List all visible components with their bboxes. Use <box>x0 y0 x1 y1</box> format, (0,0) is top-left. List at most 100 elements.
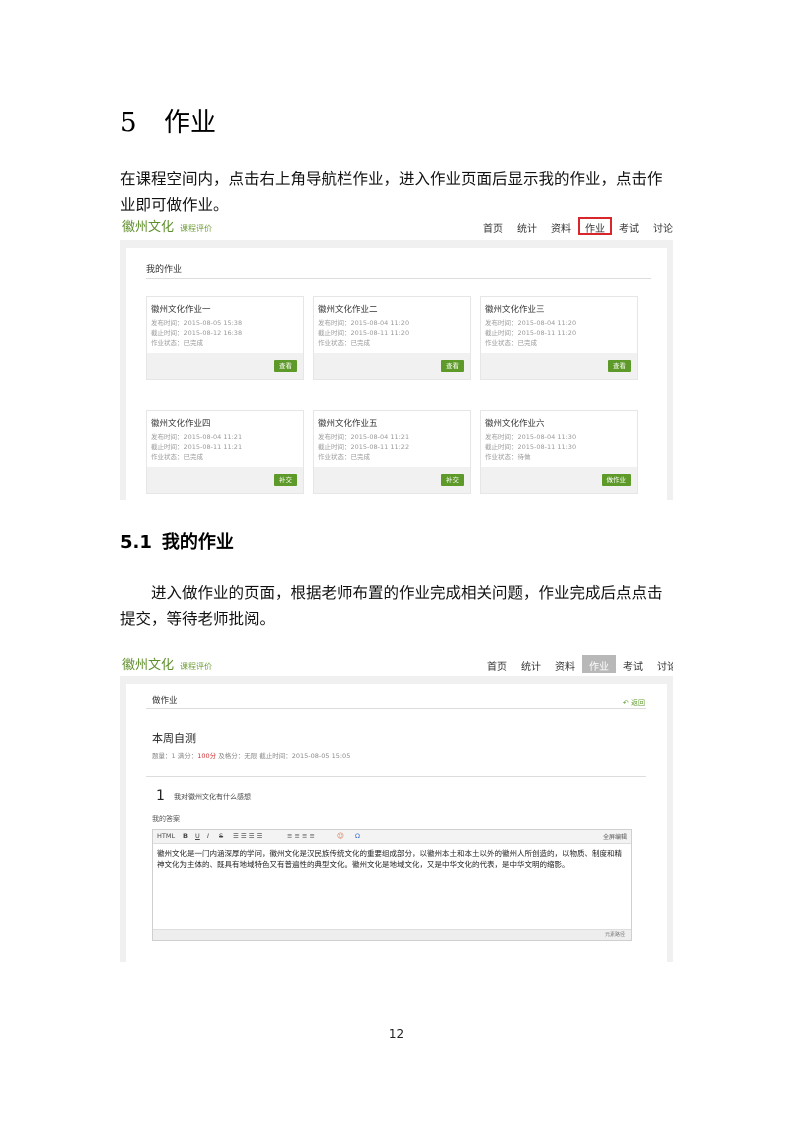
homework-card[interactable]: 徽州文化作业三 发布时间：2015-08-04 11:20 截止时间：2015-… <box>480 296 638 380</box>
homework-card[interactable]: 徽州文化作业四 发布时间：2015-08-04 11:21 截止时间：2015-… <box>146 410 304 494</box>
chapter-heading: 5 作业 <box>120 102 216 139</box>
fullscreen-button[interactable]: 全屏编辑 <box>603 832 627 841</box>
back-arrow-icon: ↶ <box>622 699 629 707</box>
question-number: 1 <box>156 788 165 804</box>
homework-panel: 我的作业 徽州文化作业一 发布时间：2015-08-05 15:38 截止时间：… <box>120 240 673 500</box>
card-footer: 查看 <box>147 353 303 379</box>
deadline: 截止时间：2015-08-11 11:20 <box>485 329 577 337</box>
publish-time: 发布时间：2015-08-04 11:21 <box>151 433 243 441</box>
publish-time: 发布时间：2015-08-04 11:30 <box>485 433 577 441</box>
section-heading: 5.1 我的作业 <box>120 528 234 554</box>
view-button[interactable]: 查看 <box>274 360 297 372</box>
status: 作业状态：已完成 <box>318 453 370 461</box>
deadline: 截止时间：2015-08-11 11:20 <box>318 329 410 337</box>
do-homework-screenshot: 徽州文化 课程评价 首页 统计 资料 作业 考试 讨论 做作业 ↶ 返回 本周自测… <box>120 650 673 962</box>
nav-materials[interactable]: 资料 <box>544 217 578 235</box>
view-button[interactable]: 查看 <box>441 360 464 372</box>
nav-homework[interactable]: 作业 <box>582 655 616 673</box>
answer-label: 我的答案 <box>152 815 180 823</box>
card-title: 徽州文化作业二 <box>318 305 378 315</box>
section-number: 5.1 <box>120 532 152 553</box>
nav-menu: 首页 统计 资料 作业 考试 讨论 <box>480 655 673 673</box>
top-navigation: 徽州文化 课程评价 首页 统计 资料 作业 考试 讨论 <box>120 212 673 238</box>
nav-menu: 首页 统计 资料 作业 考试 讨论 <box>476 217 673 235</box>
quiz-title: 本周自测 <box>152 732 196 745</box>
resubmit-button[interactable]: 补交 <box>274 474 297 486</box>
status: 作业状态：已完成 <box>485 339 537 347</box>
underline-button[interactable]: U <box>195 832 200 840</box>
strike-button[interactable]: S <box>219 832 223 840</box>
publish-time: 发布时间：2015-08-04 11:21 <box>318 433 410 441</box>
do-homework-content: 做作业 ↶ 返回 本周自测 题量：1 满分：100分 及格分：无限 截止时间：2… <box>126 684 667 962</box>
publish-time: 发布时间：2015-08-05 15:38 <box>151 319 243 327</box>
status: 作业状态：已完成 <box>318 339 370 347</box>
view-button[interactable]: 查看 <box>608 360 631 372</box>
card-footer: 补交 <box>147 467 303 493</box>
page-number: 12 <box>388 1027 405 1041</box>
my-homework-title: 我的作业 <box>146 265 183 275</box>
section-title: 我的作业 <box>161 532 234 553</box>
status: 作业状态：已完成 <box>151 453 203 461</box>
list-icons[interactable]: ☰ ☰ ☰ ☰ <box>233 832 263 840</box>
homework-content: 我的作业 徽州文化作业一 发布时间：2015-08-05 15:38 截止时间：… <box>126 248 667 500</box>
editor-toolbar: HTML B U I S ☰ ☰ ☰ ☰ ≡ ≡ ≡ ≡ ☺ Ω 全屏编辑 <box>153 830 631 844</box>
emoji-icon[interactable]: ☺ <box>337 832 344 840</box>
card-title: 徽州文化作业四 <box>151 419 211 429</box>
nav-exam[interactable]: 考试 <box>612 217 646 235</box>
nav-materials[interactable]: 资料 <box>548 655 582 673</box>
homework-list-screenshot: 徽州文化 课程评价 首页 统计 资料 作业 考试 讨论 我的作业 徽州文化作业一 … <box>120 212 673 500</box>
card-title: 徽州文化作业一 <box>151 305 211 315</box>
deadline: 截止时间：2015-08-11 11:30 <box>485 443 577 451</box>
panel-title: 做作业 <box>152 696 178 706</box>
nav-discussion[interactable]: 讨论 <box>646 217 673 235</box>
deadline: 截止时间：2015-08-12 16:38 <box>151 329 243 337</box>
publish-time: 发布时间：2015-08-04 11:20 <box>318 319 410 327</box>
answer-text[interactable]: 徽州文化是一门内涵深厚的学问，徽州文化是汉民族传统文化的重要组成部分，以徽州本土… <box>157 848 627 870</box>
course-brand[interactable]: 徽州文化 课程评价 <box>122 216 212 235</box>
top-navigation: 徽州文化 课程评价 首页 统计 资料 作业 考试 讨论 <box>120 650 673 676</box>
nav-home[interactable]: 首页 <box>480 655 514 673</box>
full-score: 100分 <box>197 752 217 760</box>
homework-card[interactable]: 徽州文化作业五 发布时间：2015-08-04 11:21 截止时间：2015-… <box>313 410 471 494</box>
italic-button[interactable]: I <box>207 832 209 840</box>
special-char-button[interactable]: Ω <box>355 832 360 840</box>
card-footer: 查看 <box>481 353 637 379</box>
publish-time: 发布时间：2015-08-04 11:20 <box>485 319 577 327</box>
divider <box>146 278 651 279</box>
status: 作业状态：已完成 <box>151 339 203 347</box>
nav-homework[interactable]: 作业 <box>578 217 612 235</box>
card-title: 徽州文化作业五 <box>318 419 378 429</box>
nav-statistics[interactable]: 统计 <box>510 217 544 235</box>
homework-panel: 做作业 ↶ 返回 本周自测 题量：1 满分：100分 及格分：无限 截止时间：2… <box>120 676 673 962</box>
bold-button[interactable]: B <box>183 832 188 840</box>
editor-statusbar: 元素路径 <box>153 929 631 940</box>
homework-card[interactable]: 徽州文化作业一 发布时间：2015-08-05 15:38 截止时间：2015-… <box>146 296 304 380</box>
deadline: 截止时间：2015-08-11 11:21 <box>151 443 243 451</box>
nav-statistics[interactable]: 统计 <box>514 655 548 673</box>
divider <box>146 776 646 777</box>
homework-card[interactable]: 徽州文化作业二 发布时间：2015-08-04 11:20 截止时间：2015-… <box>313 296 471 380</box>
body-paragraph: 进入做作业的页面，根据老师布置的作业完成相关问题，作业完成后点点击提交，等待老师… <box>120 584 663 628</box>
card-title: 徽州文化作业六 <box>485 419 545 429</box>
question-text: 我对徽州文化有什么感想 <box>174 793 251 801</box>
card-footer: 做作业 <box>481 467 637 493</box>
course-brand[interactable]: 徽州文化 课程评价 <box>122 654 212 673</box>
divider <box>146 708 646 709</box>
nav-exam[interactable]: 考试 <box>616 655 650 673</box>
homework-card[interactable]: 徽州文化作业六 发布时间：2015-08-04 11:30 截止时间：2015-… <box>480 410 638 494</box>
chapter-title: 作业 <box>164 108 217 138</box>
nav-discussion[interactable]: 讨论 <box>650 655 673 673</box>
answer-editor[interactable]: HTML B U I S ☰ ☰ ☰ ☰ ≡ ≡ ≡ ≡ ☺ Ω 全屏编辑 徽州… <box>152 829 632 941</box>
card-footer: 查看 <box>314 353 470 379</box>
card-footer: 补交 <box>314 467 470 493</box>
quiz-meta: 题量：1 满分：100分 及格分：无限 截止时间：2015-08-05 15:0… <box>152 752 351 760</box>
do-homework-button[interactable]: 做作业 <box>601 474 631 486</box>
nav-home[interactable]: 首页 <box>476 217 510 235</box>
html-source-button[interactable]: HTML <box>157 832 175 840</box>
card-title: 徽州文化作业三 <box>485 305 545 315</box>
intro-paragraph: 在课程空间内，点击右上角导航栏作业，进入作业页面后显示我的作业，点击作业即可做作… <box>120 170 663 214</box>
resubmit-button[interactable]: 补交 <box>441 474 464 486</box>
chapter-number: 5 <box>120 108 137 138</box>
back-link[interactable]: ↶ 返回 <box>623 698 645 708</box>
align-icons[interactable]: ≡ ≡ ≡ ≡ <box>287 832 315 840</box>
